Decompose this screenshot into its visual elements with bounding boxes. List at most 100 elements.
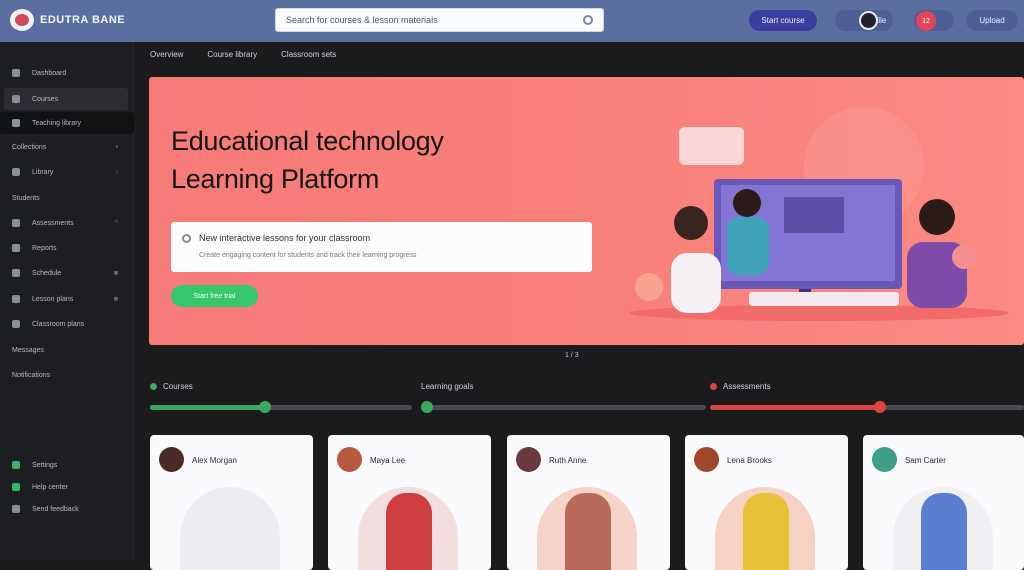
progress-knob[interactable] (873, 401, 886, 413)
chart-icon (12, 244, 20, 252)
upload-button[interactable]: Upload (966, 10, 1018, 31)
card-person (743, 493, 789, 570)
sidebar-item-label: Send feedback (32, 505, 79, 513)
book-icon (12, 95, 20, 103)
tab-course-library[interactable]: Course library (207, 50, 257, 59)
hero-option-card[interactable]: New interactive lessons for your classro… (171, 222, 592, 272)
sidebar-item-courses[interactable]: Courses (4, 88, 128, 110)
hero-subtext: Create engaging content for students and… (199, 252, 417, 259)
progress-bar[interactable] (710, 401, 1024, 413)
tab-classroom-sets[interactable]: Classroom sets (281, 50, 336, 59)
card-person (386, 493, 432, 570)
sidebar-item-label: Teaching library (32, 119, 82, 127)
progress-assessments: Assessments (710, 382, 1024, 413)
grid-icon (12, 69, 20, 77)
hero-title: Educational technology Learning Platform (171, 122, 444, 198)
app-logo[interactable]: EDUTRA BANE (10, 9, 125, 31)
progress-bar[interactable] (420, 401, 706, 413)
sidebar-item-label: Lesson plans (32, 295, 74, 303)
sidebar-item-settings[interactable]: Settings (4, 454, 128, 476)
main-tabs: Overview Course library Classroom sets (150, 50, 336, 59)
sidebar-item-schedule[interactable]: Schedule ■ (4, 262, 128, 284)
start-course-label: Start course (761, 16, 805, 25)
logo-icon (10, 9, 34, 31)
sidebar-item-assessments[interactable]: Assessments ^ (4, 212, 128, 234)
course-card[interactable]: Alex Morgan (150, 435, 313, 570)
sidebar-item-label: Reports (32, 244, 57, 252)
sidebar-item-label: Messages (12, 346, 44, 354)
sidebar-item-teaching-library[interactable]: Teaching library (0, 112, 134, 134)
hero-cta-button[interactable]: Start free trial (171, 285, 258, 307)
avatar (872, 447, 897, 472)
progress-bar[interactable] (150, 401, 412, 413)
hero-title-line1: Educational technology (171, 126, 444, 156)
sidebar-item-reports[interactable]: Reports (4, 237, 128, 259)
hero-question: New interactive lessons for your classro… (199, 233, 371, 243)
notifications-button[interactable]: 12 (914, 10, 954, 31)
badge-icon: ■ (113, 269, 118, 277)
progress-knob[interactable] (420, 401, 433, 413)
sidebar-item-label: Courses (32, 95, 59, 103)
sidebar-item-dashboard[interactable]: Dashboard (4, 62, 128, 84)
sidebar-item-label: Classroom plans (32, 320, 85, 328)
calendar-icon (12, 269, 20, 277)
sidebar: Dashboard Courses Teaching library Colle… (0, 42, 134, 560)
top-bar: EDUTRA BANE Start course Profile 12 Uplo… (0, 0, 1024, 42)
status-dot (710, 383, 717, 390)
search-box[interactable] (275, 8, 604, 32)
avatar (694, 447, 719, 472)
feedback-icon (12, 505, 20, 513)
card-name: Ruth Anne (549, 456, 587, 465)
sidebar-item-help[interactable]: Help center (4, 476, 128, 498)
sidebar-item-lesson-plans[interactable]: Lesson plans ■ (4, 288, 128, 310)
sidebar-item-label: Schedule (32, 269, 62, 277)
user-menu-button[interactable]: Profile (835, 10, 893, 31)
sidebar-item-label: Students (12, 194, 40, 202)
progress-label: Courses (163, 382, 193, 391)
sidebar-item-notifications[interactable]: Notifications (4, 364, 128, 386)
course-card[interactable]: Lena Brooks (685, 435, 848, 570)
sidebar-item-students[interactable]: Students (4, 187, 128, 209)
sidebar-item-library[interactable]: Library › (4, 161, 128, 183)
sidebar-item-feedback[interactable]: Send feedback (4, 498, 128, 520)
progress-knob[interactable] (259, 401, 272, 413)
radio-button[interactable] (182, 234, 191, 243)
upload-label: Upload (979, 16, 1005, 25)
card-name: Alex Morgan (192, 456, 237, 465)
chevron-right-icon: › (115, 168, 118, 176)
card-person (921, 493, 967, 570)
avatar (859, 11, 878, 30)
classroom-icon (12, 320, 20, 328)
avatar (337, 447, 362, 472)
card-name: Lena Brooks (727, 456, 772, 465)
sidebar-item-collections[interactable]: Collections • (4, 136, 128, 158)
notification-count: 12 (916, 11, 936, 31)
progress-courses: Courses (150, 382, 412, 413)
progress-learning-goals: Learning goals (420, 382, 706, 413)
progress-fill (150, 405, 266, 410)
start-course-button[interactable]: Start course (749, 10, 817, 31)
progress-label: Learning goals (421, 382, 474, 391)
course-card[interactable]: Maya Lee (328, 435, 491, 570)
hero-banner: Educational technology Learning Platform… (149, 77, 1024, 345)
sidebar-item-classroom-plans[interactable]: Classroom plans (4, 313, 128, 335)
progress-fill (710, 405, 880, 410)
tab-overview[interactable]: Overview (150, 50, 183, 59)
chevron-up-icon: ^ (114, 219, 118, 227)
search-input[interactable] (286, 15, 576, 25)
hero-cta-label: Start free trial (193, 292, 236, 300)
sidebar-item-messages[interactable]: Messages (4, 339, 128, 361)
clipboard-icon (12, 219, 20, 227)
progress-label: Assessments (723, 382, 771, 391)
course-card[interactable]: Ruth Anne (507, 435, 670, 570)
card-illustration (180, 487, 280, 570)
gear-icon (12, 461, 20, 469)
card-person (565, 493, 611, 570)
logo-text: EDUTRA BANE (40, 14, 126, 26)
search-icon[interactable] (583, 15, 593, 25)
hero-title-line2: Learning Platform (171, 164, 380, 194)
sidebar-item-label: Library (32, 168, 54, 176)
course-card[interactable]: Sam Carter (863, 435, 1024, 570)
status-dot (150, 383, 157, 390)
carousel-pager[interactable]: 1 / 3 (565, 352, 579, 359)
